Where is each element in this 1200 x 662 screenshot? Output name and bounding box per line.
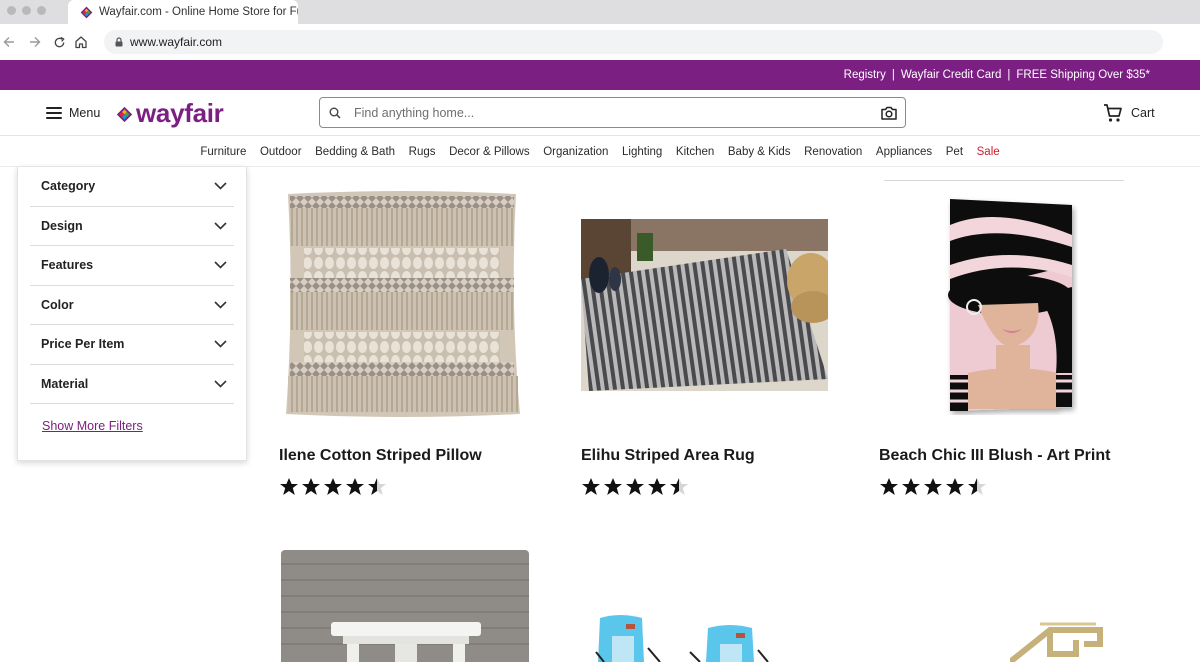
filter-design[interactable]: Design <box>30 207 234 246</box>
chevron-down-icon <box>214 301 227 309</box>
free-shipping-link[interactable]: FREE Shipping Over $35* <box>1016 69 1150 81</box>
nav-item-kitchen[interactable]: Kitchen <box>676 146 714 158</box>
filter-label: Features <box>41 258 94 273</box>
nav-item-lighting[interactable]: Lighting <box>622 146 662 158</box>
camera-search-icon[interactable] <box>880 105 898 121</box>
filter-color[interactable]: Color <box>30 286 234 325</box>
filter-category[interactable]: Category <box>30 167 234 207</box>
browser-tab[interactable]: Wayfair.com - Online Home Store for Furn… <box>68 0 298 24</box>
registry-link[interactable]: Registry <box>844 69 886 81</box>
star-icon <box>346 478 364 495</box>
half-star-icon <box>968 478 986 495</box>
stadium-chairs-image[interactable] <box>590 600 790 662</box>
nav-item-appliances[interactable]: Appliances <box>876 146 932 158</box>
promo-separator: | <box>891 69 895 81</box>
star-icon <box>324 478 342 495</box>
promo-separator: | <box>1007 69 1011 81</box>
star-icon <box>582 478 600 495</box>
filter-label: Material <box>41 376 89 391</box>
menu-label: Menu <box>69 106 101 120</box>
nav-item-sale[interactable]: Sale <box>977 146 1000 158</box>
cart-label: Cart <box>1131 106 1155 120</box>
nav-item-rugs[interactable]: Rugs <box>409 146 436 158</box>
star-icon <box>924 478 942 495</box>
nav-item-renovation[interactable]: Renovation <box>804 146 862 158</box>
nav-item-baby-kids[interactable]: Baby & Kids <box>728 146 791 158</box>
window-minimize-button[interactable] <box>22 6 31 15</box>
nav-item-organization[interactable]: Organization <box>543 146 608 158</box>
side-table-image[interactable] <box>281 550 529 662</box>
rug-image[interactable] <box>581 219 828 391</box>
nav-item-decor-pillows[interactable]: Decor & Pillows <box>449 146 530 158</box>
menu-button[interactable]: Menu <box>46 102 100 124</box>
search-input[interactable] <box>354 105 880 120</box>
star-rating <box>879 477 989 497</box>
home-icon[interactable] <box>72 33 90 51</box>
credit-card-link[interactable]: Wayfair Credit Card <box>901 69 1002 81</box>
forward-icon[interactable] <box>26 33 44 51</box>
star-icon <box>626 478 644 495</box>
product-title[interactable]: Beach Chic III Blush - Art Print <box>879 447 1110 465</box>
hamburger-icon <box>46 107 62 119</box>
filter-price-per-item[interactable]: Price Per Item <box>30 325 234 365</box>
wayfair-favicon-icon <box>80 6 93 18</box>
reload-icon[interactable] <box>50 33 68 51</box>
nav-item-outdoor[interactable]: Outdoor <box>260 146 302 158</box>
url-field[interactable]: www.wayfair.com <box>104 30 1163 54</box>
search-icon <box>329 107 341 119</box>
filter-material[interactable]: Material <box>30 365 234 404</box>
chevron-down-icon <box>214 261 227 269</box>
logo-text: wayfair <box>136 98 224 128</box>
wayfair-logo[interactable]: wayfair <box>116 99 224 127</box>
filters-panel: Category Design Features Color Price Per… <box>17 167 247 461</box>
cart-icon <box>1104 104 1122 122</box>
url-text: www.wayfair.com <box>130 35 223 49</box>
product-title[interactable]: Elihu Striped Area Rug <box>581 447 755 465</box>
art-print-image[interactable] <box>938 195 1078 415</box>
category-nav: Furniture Outdoor Bedding & Bath Rugs De… <box>0 137 1200 167</box>
cart-button[interactable]: Cart <box>1103 102 1155 124</box>
star-icon <box>902 478 920 495</box>
wayfair-pinwheel-icon <box>116 106 133 123</box>
site-header: Menu wayfair Cart <box>0 90 1200 136</box>
address-bar: www.wayfair.com <box>0 24 1200 60</box>
browser-tab-strip: Wayfair.com - Online Home Store for Furn… <box>0 0 1200 24</box>
promo-bar: Registry | Wayfair Credit Card | FREE Sh… <box>0 60 1200 90</box>
filter-label: Price Per Item <box>41 337 125 352</box>
nav-item-furniture[interactable]: Furniture <box>200 146 246 158</box>
star-icon <box>280 478 298 495</box>
nav-item-bedding-bath[interactable]: Bedding & Bath <box>315 146 395 158</box>
window-zoom-button[interactable] <box>37 6 46 15</box>
star-icon <box>648 478 666 495</box>
filter-label: Design <box>41 218 83 233</box>
divider <box>884 180 1124 181</box>
search-box[interactable] <box>319 97 906 128</box>
lock-icon <box>115 37 123 47</box>
filter-label: Color <box>41 297 74 312</box>
star-icon <box>604 478 622 495</box>
nav-item-pet[interactable]: Pet <box>946 146 963 158</box>
half-star-icon <box>670 478 688 495</box>
star-rating <box>279 477 389 497</box>
gold-decor-image[interactable] <box>1010 610 1110 662</box>
window-close-button[interactable] <box>7 6 16 15</box>
chevron-down-icon <box>214 340 227 348</box>
half-star-icon <box>368 478 386 495</box>
show-more-filters-link[interactable]: Show More Filters <box>42 419 234 433</box>
star-icon <box>880 478 898 495</box>
star-icon <box>946 478 964 495</box>
product-title[interactable]: Ilene Cotton Striped Pillow <box>279 447 482 465</box>
star-rating <box>581 477 691 497</box>
chevron-down-icon <box>214 222 227 230</box>
filter-features[interactable]: Features <box>30 246 234 286</box>
star-icon <box>302 478 320 495</box>
chevron-down-icon <box>214 182 227 190</box>
pillow-image[interactable] <box>280 186 524 422</box>
back-icon[interactable] <box>0 33 18 51</box>
filter-label: Category <box>41 179 96 194</box>
chevron-down-icon <box>214 380 227 388</box>
tab-title: Wayfair.com - Online Home Store for Furn… <box>99 6 298 18</box>
